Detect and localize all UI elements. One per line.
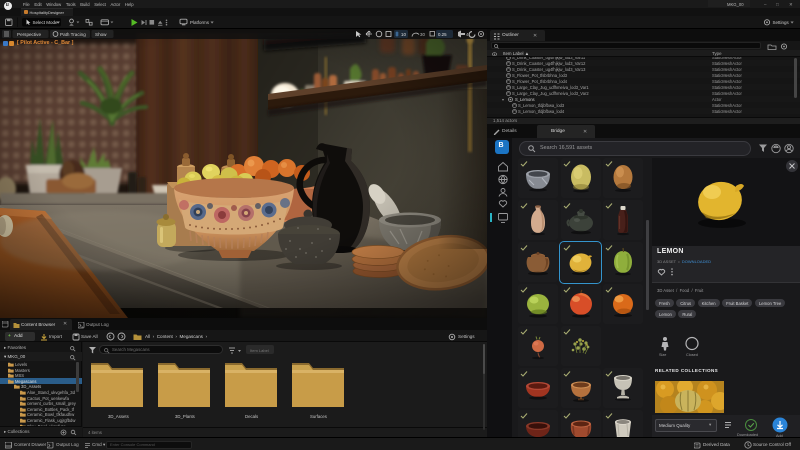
svg-text:10: 10 xyxy=(401,32,406,37)
svg-text:Show: Show xyxy=(95,32,107,37)
svg-text:Select Mode: Select Mode xyxy=(33,20,59,25)
svg-text:Path Tracing: Path Tracing xyxy=(60,32,86,37)
svg-text:Perspective: Perspective xyxy=(17,32,41,37)
svg-text:0.25: 0.25 xyxy=(438,32,447,37)
svg-text:Settings: Settings xyxy=(773,20,790,25)
svg-text:30: 30 xyxy=(420,32,425,37)
svg-text:Platforms: Platforms xyxy=(190,20,210,25)
